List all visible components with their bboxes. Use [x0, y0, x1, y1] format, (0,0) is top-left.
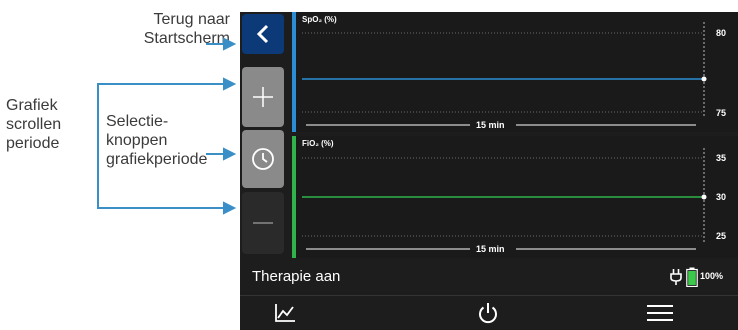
spo2-graph — [302, 22, 707, 126]
menu-icon — [647, 305, 673, 321]
therapy-status: Therapie aan — [252, 268, 341, 285]
graph-nav-button[interactable] — [255, 296, 315, 330]
clock-icon — [252, 148, 274, 170]
spo2-tick-label: 75 — [715, 108, 726, 118]
plug-icon — [670, 269, 682, 285]
power-icon — [479, 303, 497, 324]
scroll-period-down-button[interactable] — [242, 192, 284, 254]
fio2-current-point — [701, 194, 707, 200]
spo2-current-point — [701, 76, 707, 82]
scroll-period-up-button[interactable] — [242, 67, 284, 127]
spo2-tick-label: 80 — [715, 28, 726, 38]
graph-icon — [275, 304, 295, 322]
menu-button[interactable] — [630, 296, 690, 330]
back-button[interactable] — [242, 14, 284, 54]
device-screen: SpO₂ (%) 80 75 15 min FiO₂ (%) 35 30 25 — [240, 12, 738, 330]
battery-fill — [688, 271, 696, 285]
fio2-tick-label: 30 — [715, 192, 726, 202]
chevron-left-icon — [256, 24, 269, 44]
bottom-nav — [240, 295, 738, 330]
fio2-tick-label: 35 — [715, 153, 726, 163]
minus-icon — [253, 222, 273, 224]
plus-icon — [253, 87, 273, 107]
spo2-graph-panel: SpO₂ (%) 80 75 15 min — [292, 12, 738, 132]
fio2-graph — [302, 148, 707, 250]
status-bar: Therapie aan 100% — [240, 262, 738, 292]
graph-sidebar — [240, 12, 286, 260]
battery-icon — [686, 267, 698, 287]
fio2-period-label: 15 min — [476, 244, 505, 254]
fio2-tick-label: 25 — [715, 231, 726, 241]
fio2-graph-panel: FiO₂ (%) 35 30 25 15 min — [292, 136, 738, 258]
power-button[interactable] — [458, 296, 518, 330]
battery-level: 100% — [700, 271, 724, 281]
period-select-button[interactable] — [242, 130, 284, 188]
spo2-period-label: 15 min — [476, 120, 505, 130]
